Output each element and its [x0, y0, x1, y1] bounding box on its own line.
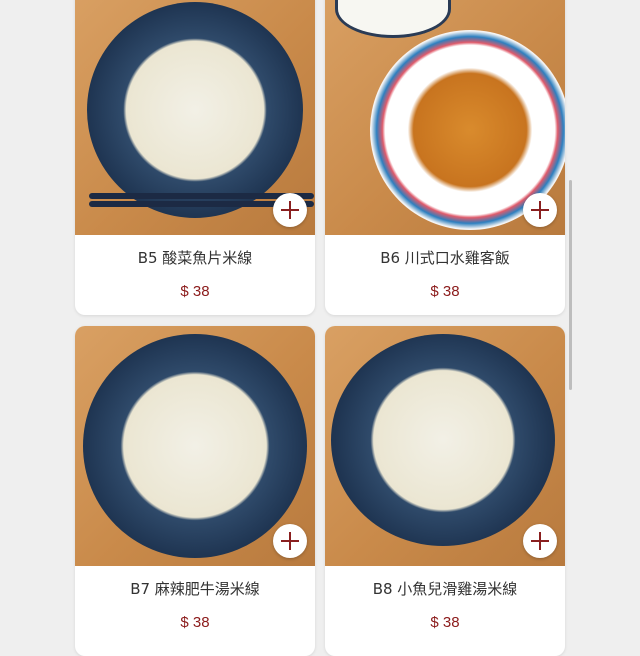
scrollbar-thumb[interactable]	[569, 180, 572, 390]
add-to-cart-button[interactable]	[273, 193, 307, 227]
item-price: $ 38	[180, 283, 210, 300]
food-photo[interactable]	[325, 326, 565, 566]
food-photo[interactable]	[75, 0, 315, 235]
add-to-cart-button[interactable]	[523, 524, 557, 558]
food-photo-bowl	[83, 334, 307, 558]
item-price: $ 38	[180, 614, 210, 631]
item-name: B6 川式口水雞客飯	[380, 249, 510, 267]
menu-grid: B5 酸菜魚片米線 $ 38 B6 川式口水雞客飯 $ 38 B7 麻辣肥牛湯米…	[0, 0, 640, 656]
rice-bowl	[335, 0, 451, 38]
menu-card-b6[interactable]: B6 川式口水雞客飯 $ 38	[325, 0, 565, 315]
food-photo[interactable]	[325, 0, 565, 235]
menu-card-b7[interactable]: B7 麻辣肥牛湯米線 $ 38	[75, 326, 315, 656]
food-photo[interactable]	[75, 326, 315, 566]
item-price: $ 38	[430, 283, 460, 300]
menu-card-b5[interactable]: B5 酸菜魚片米線 $ 38	[75, 0, 315, 315]
item-price: $ 38	[430, 614, 460, 631]
item-name: B5 酸菜魚片米線	[137, 249, 253, 267]
menu-card-b8[interactable]: B8 小魚兒滑雞湯米線 $ 38	[325, 326, 565, 656]
item-name: B8 小魚兒滑雞湯米線	[372, 580, 518, 598]
food-photo-bowl	[87, 2, 303, 218]
add-to-cart-button[interactable]	[273, 524, 307, 558]
item-name: B7 麻辣肥牛湯米線	[130, 580, 260, 598]
add-to-cart-button[interactable]	[523, 193, 557, 227]
food-photo-bowl	[331, 334, 555, 546]
